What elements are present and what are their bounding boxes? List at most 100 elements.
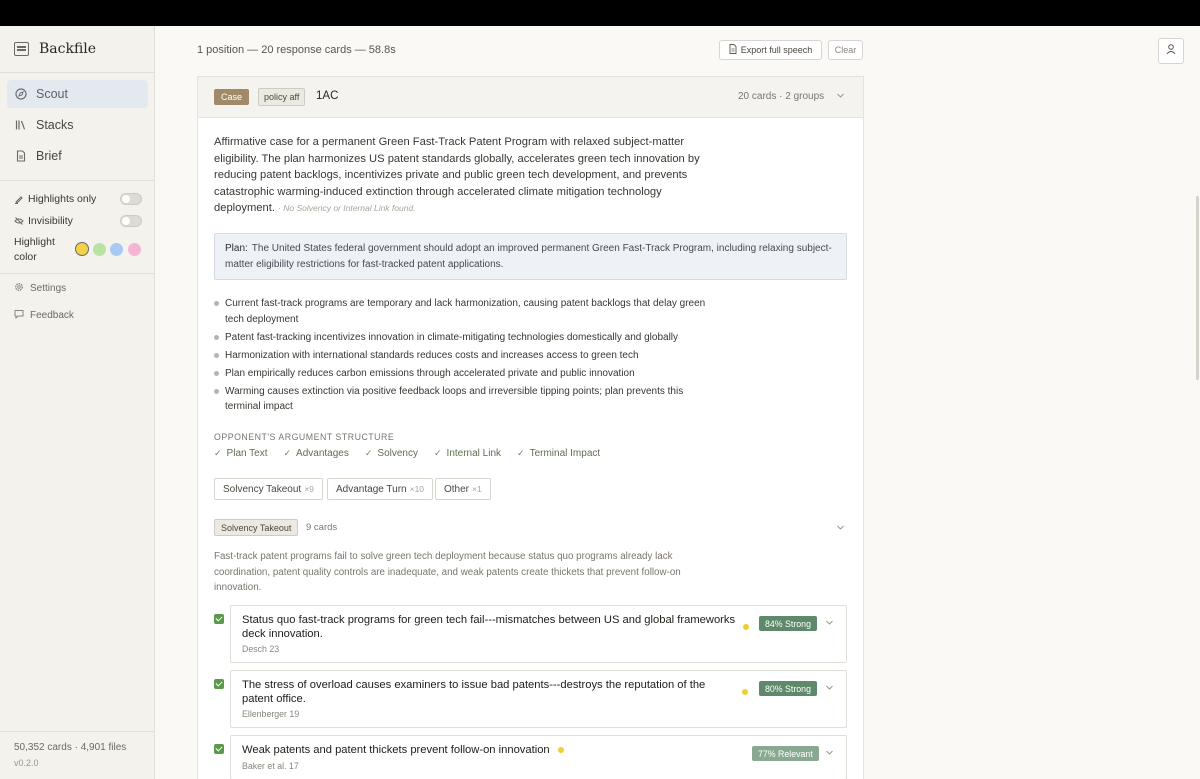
invisibility-switch[interactable] — [120, 215, 142, 227]
case-panel: Case policy aff 1AC 20 cards · 2 groups … — [197, 76, 864, 779]
sidebar-divider — [0, 731, 154, 732]
highlighter-icon — [14, 193, 24, 205]
structure-item-label: Terminal Impact — [529, 448, 601, 459]
clear-button[interactable]: Clear — [828, 40, 863, 60]
filter-count: ×9 — [304, 484, 314, 494]
structure-item-label: Plan Text — [226, 448, 268, 459]
highlight-swatch-yellow[interactable] — [75, 242, 89, 256]
chevron-down-icon[interactable] — [836, 91, 845, 102]
highlight-dot — [742, 689, 748, 695]
filter-count: ×10 — [409, 484, 425, 494]
case-points-list: Current fast-track programs are temporar… — [214, 296, 714, 417]
chevron-down-icon[interactable] — [825, 748, 834, 759]
filter-label: Advantage Turn — [336, 483, 407, 495]
export-label: Export full speech — [740, 45, 813, 55]
plan-text-box: Plan: The United States federal governmen… — [214, 233, 847, 280]
group-card-count: 9 cards — [306, 522, 338, 533]
sidebar-item-label: Brief — [36, 149, 62, 163]
card-citation: Baker et al. 17 — [242, 761, 299, 771]
sidebar: Backfile Scout Stacks Brief Highlights o… — [0, 26, 155, 779]
chat-bubble-icon — [14, 309, 24, 322]
strength-badge: 80% Strong — [759, 681, 817, 696]
brand[interactable]: Backfile — [14, 40, 96, 58]
sidebar-item-label: Stacks — [36, 118, 74, 132]
plan-label: Plan: — [225, 243, 248, 254]
structure-item-advantages: ✓ Advantages — [284, 448, 349, 459]
user-icon — [1165, 42, 1177, 60]
chevron-down-icon[interactable] — [825, 618, 834, 629]
settings-link[interactable]: Settings — [14, 282, 66, 295]
card-citation: Desch 23 — [242, 644, 280, 654]
sidebar-item-stacks[interactable]: Stacks — [7, 111, 148, 139]
structure-item-plan-text: ✓ Plan Text — [214, 448, 268, 459]
case-type-badge: policy aff — [258, 88, 306, 106]
window-top-bar — [0, 0, 1200, 26]
case-description: Affirmative case for a permanent Green F… — [214, 134, 724, 217]
sidebar-divider — [0, 273, 154, 274]
compass-icon — [15, 88, 27, 100]
highlight-dot — [557, 747, 564, 754]
card-title: Weak patents and patent thickets prevent… — [242, 744, 582, 758]
card-citation: Ellenberger 19 — [242, 709, 300, 719]
list-item: Current fast-track programs are temporar… — [214, 296, 714, 327]
filter-solvency-takeout[interactable]: Solvency Takeout ×9 — [214, 478, 323, 500]
highlight-dot — [743, 624, 749, 630]
settings-label: Settings — [30, 283, 67, 294]
filter-advantage-turn[interactable]: Advantage Turn ×10 — [327, 478, 434, 500]
case-header[interactable]: Case policy aff 1AC 20 cards · 2 groups — [198, 77, 863, 118]
group-badge[interactable]: Solvency Takeout — [214, 519, 299, 536]
case-description-note: · No Solvency or Internal Link found. — [278, 203, 416, 214]
filter-count: ×1 — [472, 484, 482, 494]
check-icon: ✓ — [364, 448, 373, 458]
card-select-checkbox[interactable] — [214, 614, 224, 624]
sidebar-item-brief[interactable]: Brief — [7, 142, 148, 170]
check-icon: ✓ — [214, 448, 222, 458]
export-full-speech-button[interactable]: Export full speech — [719, 40, 822, 60]
card-select-checkbox[interactable] — [214, 744, 224, 754]
chevron-down-icon[interactable] — [825, 683, 834, 694]
card-title: Status quo fast-track programs for green… — [242, 614, 736, 640]
filter-label: Solvency Takeout — [223, 483, 302, 495]
document-icon — [15, 150, 27, 162]
structure-item-label: Internal Link — [446, 448, 502, 459]
evidence-card[interactable]: Weak patents and patent thickets prevent… — [230, 735, 847, 779]
sidebar-divider — [0, 72, 154, 73]
invisibility-label: Invisibility — [28, 215, 73, 227]
case-name: 1AC — [316, 90, 339, 102]
filter-other[interactable]: Other ×1 — [435, 478, 491, 500]
structure-item-label: Advantages — [296, 448, 349, 459]
card-select-checkbox[interactable] — [214, 679, 224, 689]
evidence-card[interactable]: Status quo fast-track programs for green… — [230, 605, 847, 663]
check-icon: ✓ — [283, 448, 292, 458]
card-title: The stress of overload causes examiners … — [242, 679, 706, 705]
highlight-swatch-blue[interactable] — [110, 243, 123, 256]
highlight-color-label: Highlight color — [14, 236, 55, 263]
chevron-down-icon[interactable] — [836, 523, 845, 534]
page-scrollbar[interactable] — [1196, 196, 1199, 380]
plan-text: The United States federal government sho… — [225, 243, 832, 270]
highlight-swatch-green[interactable] — [93, 243, 106, 256]
feedback-link[interactable]: Feedback — [14, 309, 74, 322]
check-icon: ✓ — [517, 448, 525, 458]
list-item: Patent fast-tracking incentivizes innova… — [214, 330, 714, 346]
group-description: Fast-track patent programs fail to solve… — [214, 551, 681, 593]
filter-label: Other — [444, 483, 470, 495]
list-item: Harmonization with international standar… — [214, 348, 714, 364]
sidebar-divider — [0, 180, 154, 181]
check-icon: ✓ — [434, 448, 442, 458]
file-icon — [729, 44, 737, 56]
structure-item-terminal-impact: ✓ Terminal Impact — [517, 448, 600, 459]
highlights-only-switch[interactable] — [120, 193, 142, 205]
user-menu-button[interactable] — [1158, 38, 1184, 64]
eye-off-icon — [14, 215, 24, 227]
backfile-logo-icon — [14, 42, 29, 56]
strength-badge: 84% Strong — [759, 616, 817, 631]
app-version: v0.2.0 — [14, 758, 39, 768]
sidebar-item-label: Scout — [36, 87, 68, 101]
evidence-card[interactable]: The stress of overload causes examiners … — [230, 670, 847, 728]
argument-structure-checklist: ✓ Plan Text ✓ Advantages ✓ Solvency ✓ Intern… — [214, 448, 600, 459]
list-item: Warming causes extinction via positive f… — [214, 384, 714, 415]
sidebar-item-scout[interactable]: Scout — [7, 80, 148, 108]
highlight-swatch-pink[interactable] — [128, 243, 141, 256]
app-name: Backfile — [39, 41, 97, 57]
